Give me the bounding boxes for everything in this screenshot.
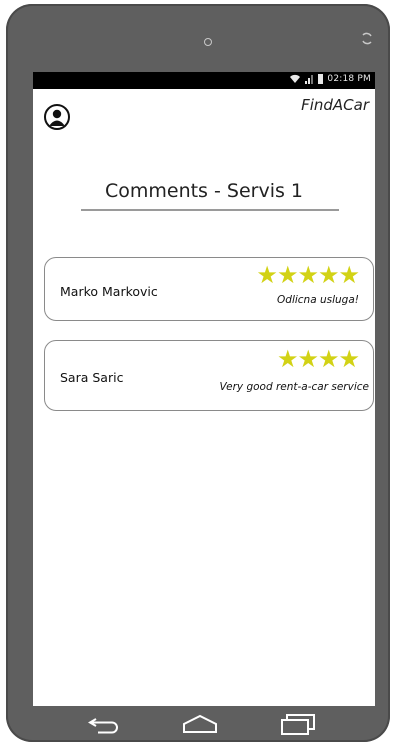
comment-author: Sara Saric — [60, 370, 124, 385]
comment-author: Marko Markovic — [60, 284, 158, 299]
status-time: 02:18 PM — [327, 74, 371, 84]
app-screen: 02:18 PM FindACar Comments - Servis 1 Ma… — [33, 72, 375, 706]
comment-text: Odlicna usluga! — [277, 294, 359, 306]
comment-text: Very good rent-a-car service — [219, 381, 369, 393]
star-rating: ★★★★ — [276, 345, 360, 373]
home-icon[interactable] — [182, 712, 218, 736]
back-arrow-icon[interactable] — [86, 712, 122, 736]
app-title: FindACar — [301, 96, 369, 114]
comment-card: Marko Markovic ★★★★★ Odlicna usluga! — [44, 257, 374, 321]
battery-icon — [318, 74, 324, 84]
android-nav-bar — [6, 704, 390, 742]
camera-icon — [204, 38, 212, 46]
title-divider — [81, 209, 339, 211]
user-avatar-icon[interactable] — [44, 104, 70, 130]
rotate-icon — [360, 32, 374, 46]
page-title: Comments - Servis 1 — [104, 180, 304, 202]
star-rating: ★★★★★ — [256, 261, 360, 289]
status-bar: 02:18 PM — [33, 72, 375, 89]
wifi-icon — [290, 74, 301, 83]
comment-card: Sara Saric ★★★★ Very good rent-a-car ser… — [44, 340, 374, 411]
phone-frame: 02:18 PM FindACar Comments - Servis 1 Ma… — [6, 4, 390, 742]
signal-icon — [305, 75, 314, 84]
recent-apps-icon[interactable] — [280, 712, 316, 736]
